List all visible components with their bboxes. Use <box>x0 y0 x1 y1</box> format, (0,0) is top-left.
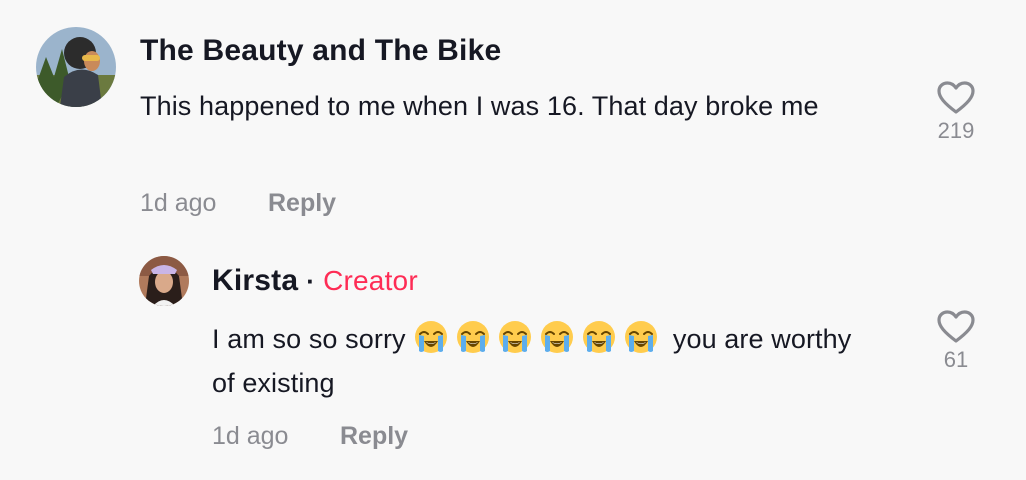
comment-timestamp: 1d ago <box>140 189 217 217</box>
loudly-crying-face-emoji <box>413 319 449 355</box>
reply-text-start: I am so so sorry <box>212 324 406 354</box>
reply-username[interactable]: Kirsta <box>212 264 298 298</box>
comment-like-button[interactable]: 219 <box>931 80 981 144</box>
loudly-crying-face-emoji <box>455 319 491 355</box>
loudly-crying-face-emoji <box>539 319 575 355</box>
commenter-avatar[interactable] <box>36 27 116 107</box>
reply-text: I am so so sorry you are worthy of exist… <box>212 317 852 405</box>
reply-username-row: Kirsta · Creator <box>212 264 418 298</box>
reply-avatar[interactable] <box>139 256 189 306</box>
heart-outline-icon <box>937 81 975 114</box>
loudly-crying-face-emoji <box>497 319 533 355</box>
loudly-crying-face-emoji <box>623 319 659 355</box>
creator-badge: Creator <box>323 265 418 296</box>
commenter-username[interactable]: The Beauty and The Bike <box>140 34 501 68</box>
loudly-crying-face-emoji <box>581 319 617 355</box>
reply-button[interactable]: Reply <box>268 189 336 218</box>
comments-section: The Beauty and The Bike This happened to… <box>0 0 1026 480</box>
comment-text: This happened to me when I was 16. That … <box>140 91 819 121</box>
heart-outline-icon <box>937 310 975 343</box>
reply-timestamp: 1d ago <box>212 422 289 450</box>
avatar-photo <box>36 27 116 107</box>
reply-like-button[interactable]: 61 <box>931 309 981 373</box>
emoji-row <box>413 321 665 354</box>
avatar-photo <box>139 256 189 306</box>
comment-like-count: 219 <box>937 118 975 143</box>
reply-like-count: 61 <box>943 347 969 372</box>
separator-dot: · <box>306 266 316 296</box>
reply-reply-button[interactable]: Reply <box>340 422 408 451</box>
